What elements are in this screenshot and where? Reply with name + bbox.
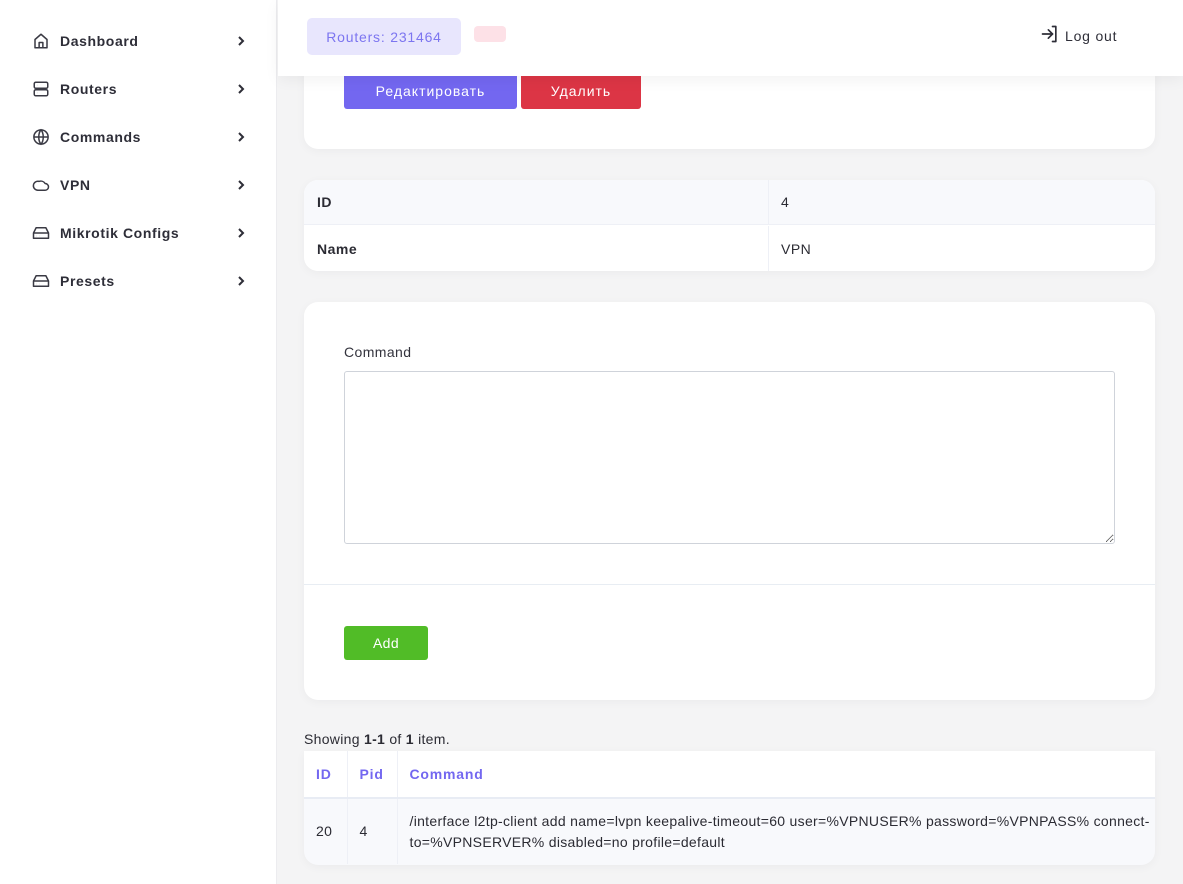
delete-button[interactable]: Удалить <box>521 72 641 109</box>
table-row: 20 4 /interface l2tp-client add name=lvp… <box>304 798 1155 864</box>
server-icon <box>32 80 50 98</box>
column-header-command[interactable]: Command <box>397 751 1155 799</box>
status-badge <box>474 26 506 42</box>
pagination-summary: Showing 1-1 of 1 item. <box>304 731 450 747</box>
cell-id: 20 <box>304 798 348 864</box>
summary-prefix: Showing <box>304 731 364 747</box>
summary-total: 1 <box>405 731 414 747</box>
summary-range: 1-1 <box>364 731 386 747</box>
add-button[interactable]: Add <box>344 626 428 660</box>
detail-row-name: Name VPN <box>304 226 1155 271</box>
cell-command: /interface l2tp-client add name=lvpn kee… <box>409 812 1150 850</box>
chevron-right-icon <box>236 178 246 192</box>
detail-value: 4 <box>781 194 790 210</box>
chevron-right-icon <box>236 82 246 96</box>
sidebar-item-label: Presets <box>60 273 115 289</box>
sidebar-item-vpn[interactable]: VPN <box>32 173 246 197</box>
sidebar-item-dashboard[interactable]: Dashboard <box>32 29 246 53</box>
cell-pid: 4 <box>347 798 398 864</box>
sidebar-item-label: Commands <box>60 129 142 145</box>
command-form: Command Add <box>304 302 1155 700</box>
logout-button[interactable]: Log out <box>1040 24 1118 49</box>
sidebar-item-routers[interactable]: Routers <box>32 77 246 101</box>
column-header-pid[interactable]: Pid <box>347 751 398 799</box>
summary-suffix: item. <box>413 731 450 747</box>
detail-row-id: ID 4 <box>304 180 1155 225</box>
sidebar-item-label: VPN <box>60 177 91 193</box>
hard-drive-icon <box>32 224 50 242</box>
sidebar-item-label: Dashboard <box>60 33 139 49</box>
sidebar: Dashboard Routers Commands VPN Mikrotik … <box>0 0 277 884</box>
logout-label: Log out <box>1065 28 1118 44</box>
chevron-right-icon <box>236 226 246 240</box>
chevron-right-icon <box>236 130 246 144</box>
cloud-icon <box>32 176 50 194</box>
detail-key: ID <box>304 180 769 224</box>
command-textarea[interactable] <box>344 371 1115 544</box>
home-icon <box>32 32 50 50</box>
table-header-row: ID Pid Command <box>304 751 1155 799</box>
top-bar: Routers: 231464 Log out <box>278 0 1183 76</box>
commands-table: ID Pid Command 20 4 /interface l2tp-clie… <box>304 751 1155 864</box>
commands-grid: ID Pid Command 20 4 /interface l2tp-clie… <box>304 751 1155 865</box>
chevron-right-icon <box>236 34 246 48</box>
detail-key: Name <box>304 226 769 271</box>
summary-mid: of <box>385 731 406 747</box>
sidebar-item-label: Mikrotik Configs <box>60 225 180 241</box>
command-label: Command <box>344 344 412 360</box>
log-in-icon <box>1040 24 1060 49</box>
edit-button[interactable]: Редактировать <box>344 72 517 109</box>
chevron-right-icon <box>236 274 246 288</box>
divider <box>304 584 1155 585</box>
column-header-id[interactable]: ID <box>304 751 348 799</box>
sidebar-item-mikrotik-configs[interactable]: Mikrotik Configs <box>32 221 246 245</box>
routers-count-badge: Routers: 231464 <box>307 18 461 55</box>
hard-drive-icon <box>32 272 50 290</box>
sidebar-item-label: Routers <box>60 81 118 97</box>
sidebar-item-commands[interactable]: Commands <box>32 125 246 149</box>
detail-view: ID 4 Name VPN <box>304 180 1155 271</box>
sidebar-item-presets[interactable]: Presets <box>32 269 246 293</box>
detail-value: VPN <box>781 240 812 257</box>
globe-icon <box>32 128 50 146</box>
